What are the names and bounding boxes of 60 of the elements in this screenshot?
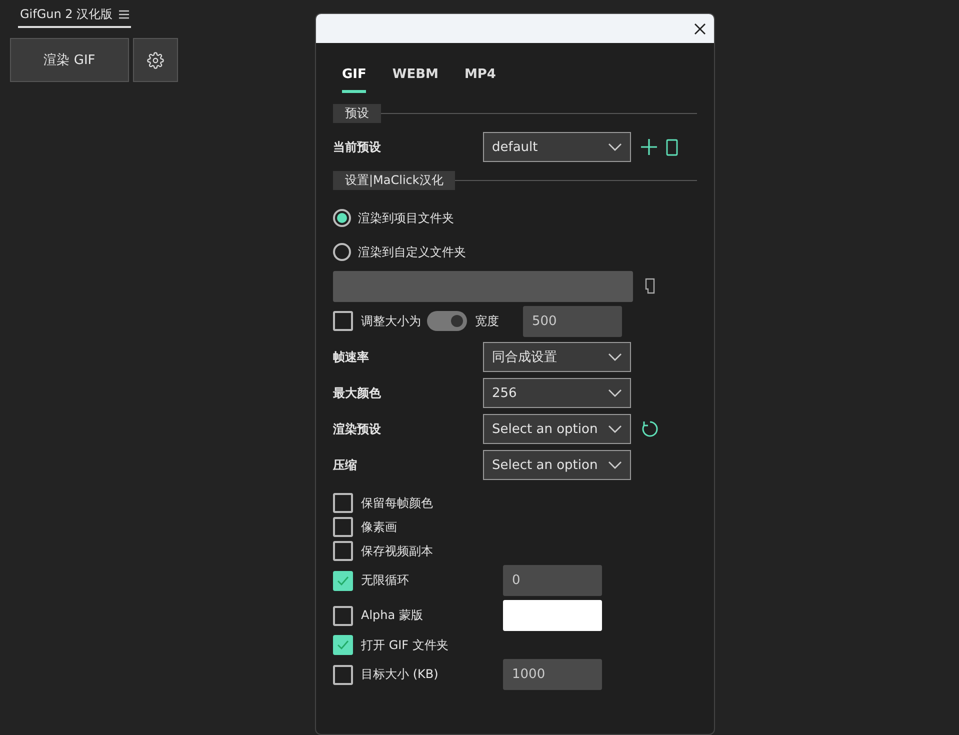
render-button[interactable]: 渲染 GIF — [10, 38, 129, 82]
checkbox[interactable] — [333, 635, 353, 655]
width-field[interactable]: 500 — [523, 306, 622, 336]
field-label: 宽度 — [475, 312, 500, 330]
checkbox[interactable] — [333, 541, 353, 561]
field-label: 渲染预设 — [333, 420, 382, 438]
checkbox-label: 调整大小为 — [361, 312, 421, 330]
radio-button[interactable] — [333, 243, 351, 261]
radio-label: 渲染到项目文件夹 — [358, 210, 454, 226]
tab[interactable]: GIF — [342, 67, 366, 93]
number-field[interactable]: 1000 — [503, 659, 602, 690]
folder-path-field[interactable] — [333, 270, 633, 302]
settings-button[interactable] — [133, 38, 178, 82]
plus-icon[interactable] — [640, 138, 658, 156]
checkbox-label: Alpha 蒙版 — [361, 607, 424, 624]
field-label: 最大颜色 — [333, 384, 382, 402]
save-icon[interactable] — [666, 138, 678, 156]
dropdown[interactable]: Select an option — [483, 414, 631, 444]
radio-button[interactable] — [333, 209, 351, 227]
section-heading: 预设 — [333, 104, 381, 123]
dropdown[interactable]: 256 — [483, 378, 631, 408]
checkbox[interactable] — [333, 311, 353, 331]
app-title: GifGun 2 汉化版 — [20, 6, 113, 23]
check-icon — [337, 640, 349, 650]
checkbox-label: 打开 GIF 文件夹 — [361, 636, 450, 654]
tab[interactable]: WEBM — [392, 67, 438, 93]
number-field[interactable]: 0 — [503, 565, 602, 596]
field-label: 帧速率 — [333, 348, 370, 366]
checkbox[interactable] — [333, 606, 353, 626]
section-heading: 设置|MaClick汉化 — [333, 171, 456, 190]
checkbox-label: 保留每帧颜色 — [361, 494, 434, 512]
dropdown[interactable]: Select an option — [483, 450, 631, 480]
refresh-icon[interactable] — [641, 420, 659, 438]
menu-icon[interactable] — [118, 10, 129, 19]
field-label: 压缩 — [333, 456, 358, 474]
chevron-icon — [608, 461, 622, 469]
checkbox-label: 保存视频副本 — [361, 542, 434, 560]
field-label: 当前预设 — [333, 138, 382, 156]
chevron-icon — [608, 143, 622, 151]
checkbox-label: 无限循环 — [361, 572, 410, 589]
chevron-icon — [608, 425, 622, 433]
checkbox[interactable] — [333, 664, 353, 684]
settings-icon — [147, 52, 164, 68]
checkbox-label: 像素画 — [361, 518, 398, 536]
chevron-icon — [608, 389, 622, 397]
color-swatch[interactable] — [503, 600, 602, 631]
checkbox-label: 目标大小 (KB) — [361, 666, 440, 683]
preset-select[interactable]: default — [483, 132, 631, 162]
checkbox[interactable] — [333, 493, 353, 513]
folder-icon[interactable] — [645, 278, 657, 294]
chevron-icon — [608, 353, 622, 361]
dropdown[interactable]: 同合成设置 — [483, 342, 631, 372]
checkbox[interactable] — [333, 517, 353, 537]
tab[interactable]: MP4 — [464, 67, 496, 93]
close-icon[interactable] — [694, 22, 706, 34]
panel-tab[interactable]: GifGun 2 汉化版 — [18, 6, 131, 28]
checkbox[interactable] — [333, 570, 353, 590]
toggle-switch[interactable] — [427, 311, 467, 331]
radio-label: 渲染到自定义文件夹 — [358, 244, 466, 260]
check-icon — [337, 576, 349, 586]
